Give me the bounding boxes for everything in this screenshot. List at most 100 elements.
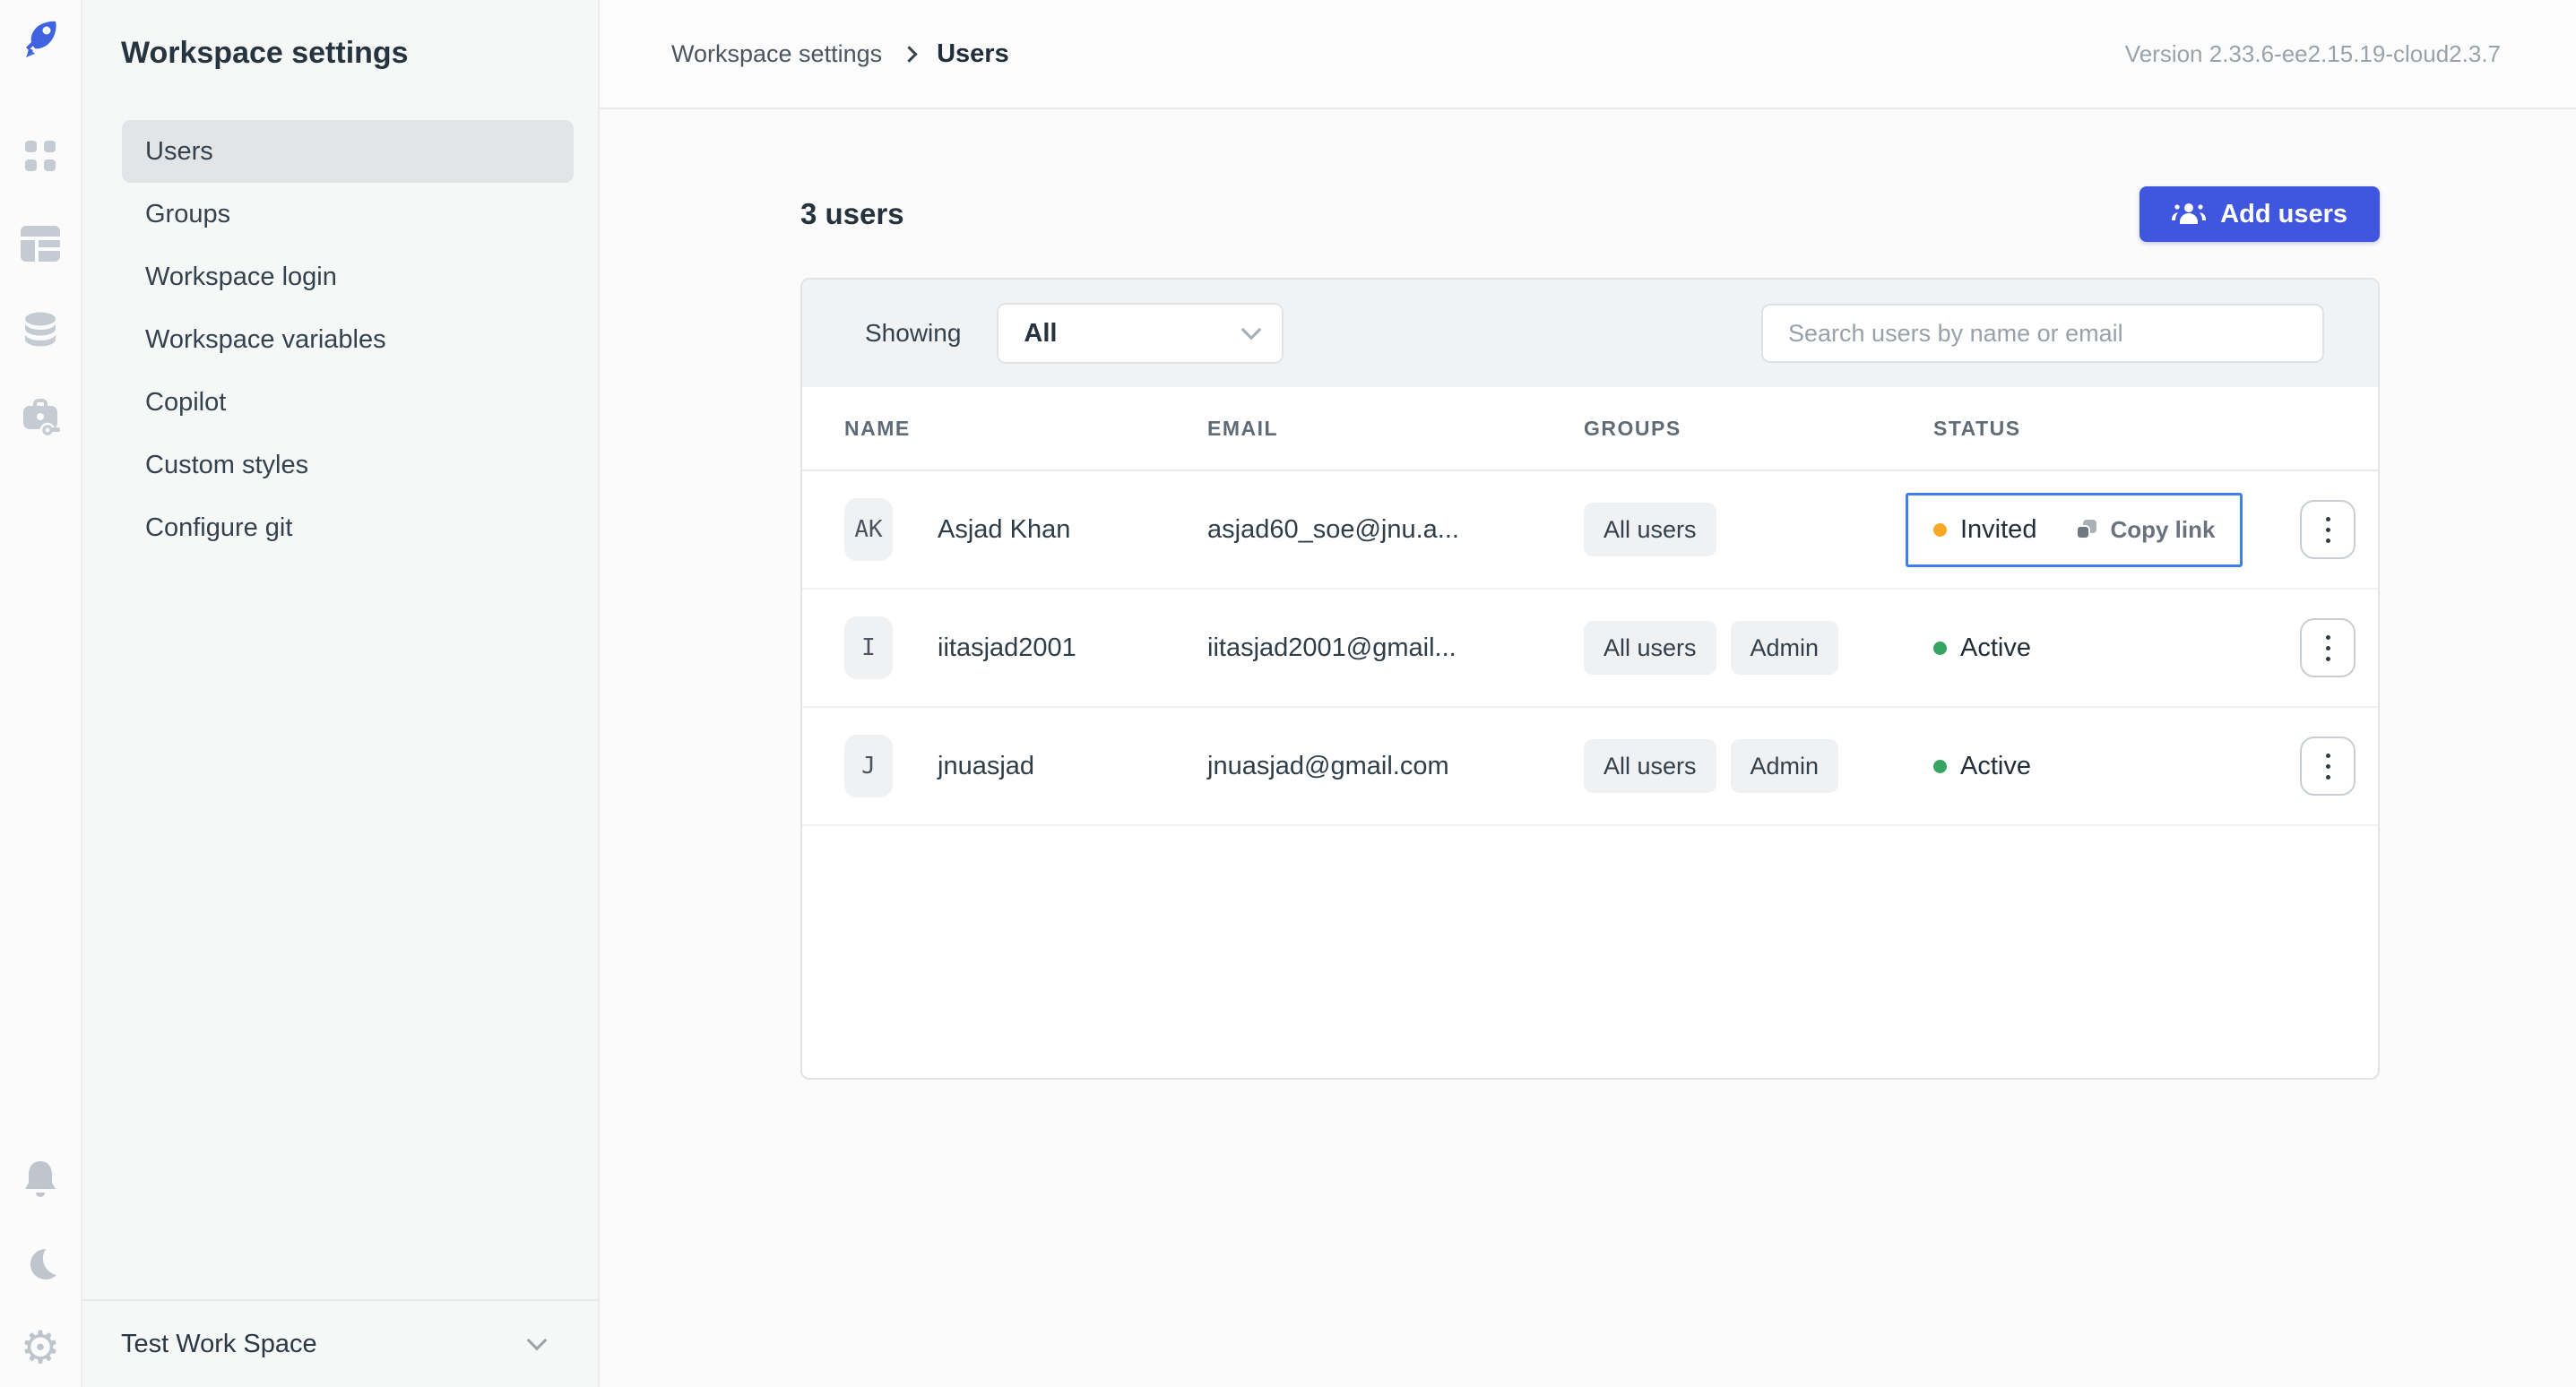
status-box: Invited Copy link <box>1906 493 2243 567</box>
copy-icon <box>2074 517 2099 542</box>
copy-link-button[interactable]: Copy link <box>2074 516 2215 544</box>
table-row: AK Asjad Khan asjad60_soe@jnu.a...All user… <box>802 471 2378 590</box>
status-label: Active <box>1960 752 2031 781</box>
kebab-dot <box>2326 775 2330 780</box>
add-users-button[interactable]: Add users <box>2139 186 2380 242</box>
showing-label: Showing <box>865 319 961 348</box>
row-menu-cell <box>2300 618 2356 677</box>
user-email: jnuasjad@gmail.com <box>1207 752 1584 781</box>
column-header-groups: GROUPS <box>1584 417 1933 441</box>
sidebar-item-configure-git[interactable]: Configure git <box>122 496 574 559</box>
search-wrap <box>1761 304 2324 363</box>
column-header-email: EMAIL <box>1207 417 1584 441</box>
sidebar-item-copilot[interactable]: Copilot <box>122 371 574 434</box>
kebab-dot <box>2326 754 2330 758</box>
users-toolbar: 3 users Add users <box>800 186 2380 242</box>
workspace-settings-page: ⚙ Workspace settings UsersGroupsWorkspac… <box>0 0 2576 1387</box>
status-label: Active <box>1960 633 2031 663</box>
user-name: jnuasjad <box>938 752 1034 781</box>
notifications-bell-icon[interactable] <box>17 1156 64 1202</box>
packages-icon[interactable] <box>17 220 64 267</box>
user-groups: All users Admin <box>1584 739 1933 793</box>
sidebar-item-users[interactable]: Users <box>122 120 574 183</box>
main-content: Workspace settings Users Version 2.33.6-… <box>600 0 2576 1387</box>
kebab-dot <box>2326 764 2330 769</box>
user-name-cell: Jjnuasjad <box>844 735 1207 797</box>
group-chip: Admin <box>1731 739 1839 793</box>
bell-icon <box>22 1159 59 1199</box>
rocket-icon <box>19 18 62 61</box>
users-card: Showing All NAME EMAIL GROUPS STATUS AKA… <box>800 278 2380 1080</box>
kebab-dot <box>2326 646 2330 650</box>
group-chip: All users <box>1584 621 1716 675</box>
filter-bar: Showing All <box>802 280 2378 387</box>
settings-gear-icon[interactable]: ⚙ <box>17 1324 64 1371</box>
chevron-right-icon <box>901 46 917 62</box>
row-menu-button[interactable] <box>2300 737 2356 796</box>
rocket-logo-icon[interactable] <box>17 16 64 63</box>
avatar: I <box>844 616 893 679</box>
search-users-input[interactable] <box>1761 304 2324 363</box>
datasources-icon[interactable] <box>17 308 64 355</box>
main-header: Workspace settings Users Version 2.33.6-… <box>600 0 2576 109</box>
row-menu-cell <box>2300 500 2356 559</box>
status-filter-value: All <box>1024 319 1057 349</box>
sidebar-item-workspace-login[interactable]: Workspace login <box>122 246 574 308</box>
status-filter-dropdown[interactable]: All <box>997 303 1284 364</box>
user-email: asjad60_soe@jnu.a... <box>1207 515 1584 545</box>
row-menu-button[interactable] <box>2300 500 2356 559</box>
apps-grid-icon[interactable] <box>17 133 64 179</box>
sidebar-menu: UsersGroupsWorkspace loginWorkspace vari… <box>122 120 574 559</box>
workflows-icon[interactable] <box>17 394 64 441</box>
copy-link-label: Copy link <box>2110 516 2215 544</box>
kebab-dot <box>2326 657 2330 661</box>
user-count-heading: 3 users <box>800 197 904 231</box>
user-groups: All users Admin <box>1584 621 1933 675</box>
user-group-icon <box>2172 201 2206 228</box>
user-status-cell: Invited Copy link <box>1933 493 2256 567</box>
user-status-cell: Active <box>1933 729 2256 804</box>
workspace-switcher[interactable]: Test Work Space <box>82 1299 598 1387</box>
group-chip: Admin <box>1731 621 1839 675</box>
sidebar-item-workspace-variables[interactable]: Workspace variables <box>122 308 574 371</box>
table-header: NAME EMAIL GROUPS STATUS <box>802 387 2378 471</box>
status-dot-icon <box>1933 523 1947 537</box>
row-menu-button[interactable] <box>2300 618 2356 677</box>
status-dot-icon <box>1933 760 1947 773</box>
user-groups: All users <box>1584 503 1933 556</box>
column-header-name: NAME <box>844 417 1207 441</box>
user-email: iitasjad2001@gmail... <box>1207 633 1584 663</box>
chevron-down-icon <box>527 1331 548 1351</box>
table-row: Iiitasjad2001iitasjad2001@gmail...All us… <box>802 590 2378 708</box>
settings-sidebar: Workspace settings UsersGroupsWorkspace … <box>82 0 600 1387</box>
moon-icon <box>22 1247 58 1283</box>
status-box: Active <box>1906 729 2059 804</box>
chevron-down-icon <box>1241 320 1262 340</box>
user-name: iitasjad2001 <box>938 633 1076 663</box>
sidebar-title: Workspace settings <box>121 36 409 71</box>
add-users-label: Add users <box>2220 200 2347 229</box>
breadcrumb-current: Users <box>937 39 1009 69</box>
status-label: Invited <box>1960 515 2036 545</box>
kebab-dot <box>2326 538 2330 543</box>
kebab-dot <box>2326 635 2330 640</box>
breadcrumb-parent-link[interactable]: Workspace settings <box>671 40 882 68</box>
dark-mode-moon-icon[interactable] <box>17 1242 64 1288</box>
sidebar-item-custom-styles[interactable]: Custom styles <box>122 434 574 496</box>
column-header-status: STATUS <box>1933 417 2256 441</box>
sidebar-item-groups[interactable]: Groups <box>122 183 574 246</box>
user-name: Asjad Khan <box>938 515 1070 545</box>
user-name-cell: Iiitasjad2001 <box>844 616 1207 679</box>
grid-icon <box>22 138 58 174</box>
breadcrumb: Workspace settings Users <box>671 39 1009 69</box>
avatar: AK <box>844 498 893 561</box>
avatar: J <box>844 735 893 797</box>
group-chip: All users <box>1584 739 1716 793</box>
status-dot-icon <box>1933 642 1947 655</box>
database-icon <box>21 312 60 351</box>
row-menu-cell <box>2300 737 2356 796</box>
status-box: Active <box>1906 611 2059 685</box>
users-table-body: AKAsjad Khanasjad60_soe@jnu.a...All user… <box>802 471 2378 826</box>
layout-icon <box>21 226 60 262</box>
gear-icon: ⚙ <box>21 1325 61 1370</box>
